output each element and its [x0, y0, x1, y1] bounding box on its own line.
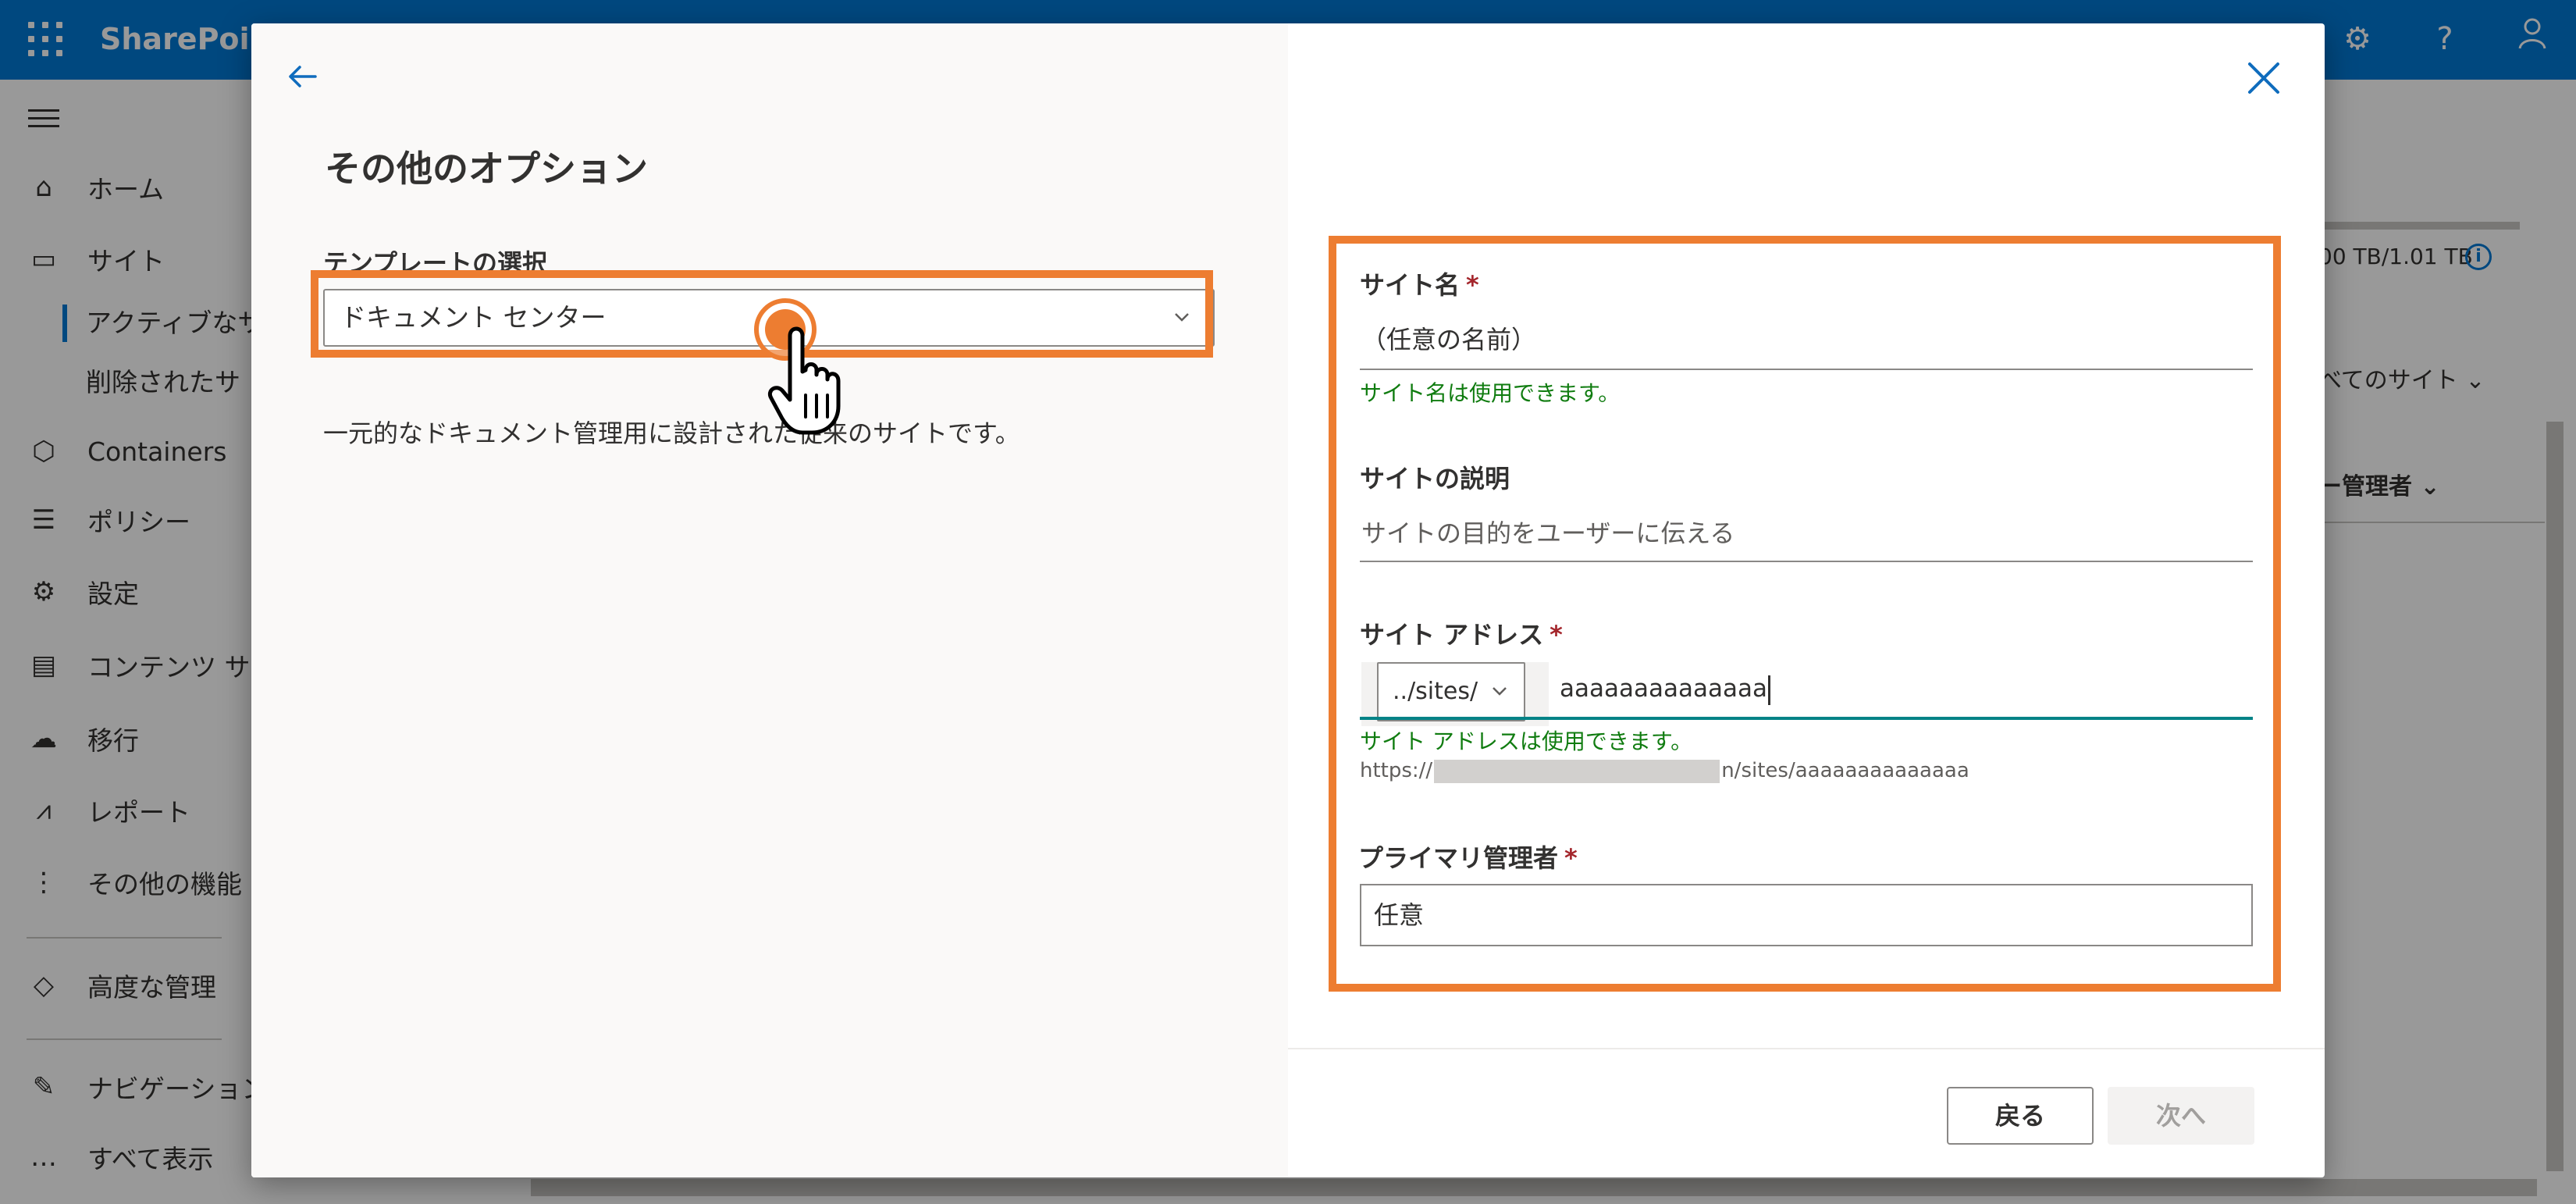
site-name-input[interactable]: （任意の名前） [1361, 320, 1536, 356]
required-marker: * [1466, 270, 1479, 300]
back-arrow-icon[interactable] [281, 55, 325, 98]
site-description-label: サイトの説明 [1360, 464, 1510, 493]
back-button[interactable]: 戻る [1947, 1087, 2094, 1145]
hand-cursor-icon [767, 320, 852, 437]
template-description: 一元的なドキュメント管理用に設計された従来のサイトです。 [323, 419, 1020, 448]
required-marker: * [1564, 843, 1578, 873]
site-address-status: サイト アドレスは使用できます。 [1360, 728, 1693, 754]
create-site-dialog: その他のオプション テンプレートの選択 ドキュメント センター 一元的なドキュメ… [251, 23, 2325, 1177]
site-address-label: サイト アドレス * [1360, 620, 1563, 650]
site-address-url: https://n/sites/aaaaaaaaaaaaaa [1360, 759, 1969, 783]
text-caret [1767, 675, 1770, 705]
site-name-label: サイト名 * [1360, 270, 1479, 300]
site-address-underline [1360, 717, 2253, 720]
redacted-domain [1434, 759, 1720, 783]
site-description-input[interactable]: サイトの目的をユーザーに伝える [1361, 514, 1735, 550]
primary-admin-value: 任意 [1374, 900, 1425, 930]
footer-divider [1288, 1048, 2325, 1049]
dialog-title: その他のオプション [325, 148, 648, 190]
site-name-status: サイト名は使用できます。 [1360, 380, 1621, 406]
primary-admin-label: プライマリ管理者 * [1358, 843, 1578, 873]
chevron-down-icon [1486, 678, 1513, 704]
site-description-underline [1360, 561, 2253, 562]
primary-admin-input[interactable]: 任意 [1360, 884, 2253, 946]
address-prefix-dropdown[interactable]: ../sites/ [1377, 662, 1525, 721]
dialog-left-pane [251, 23, 1288, 1177]
next-button[interactable]: 次へ [2108, 1087, 2254, 1145]
address-prefix-value: ../sites/ [1393, 678, 1478, 705]
site-address-input[interactable]: aaaaaaaaaaaaaa [1560, 675, 1770, 705]
site-name-underline [1360, 369, 2253, 370]
close-icon[interactable] [2239, 53, 2289, 103]
required-marker: * [1550, 620, 1563, 650]
